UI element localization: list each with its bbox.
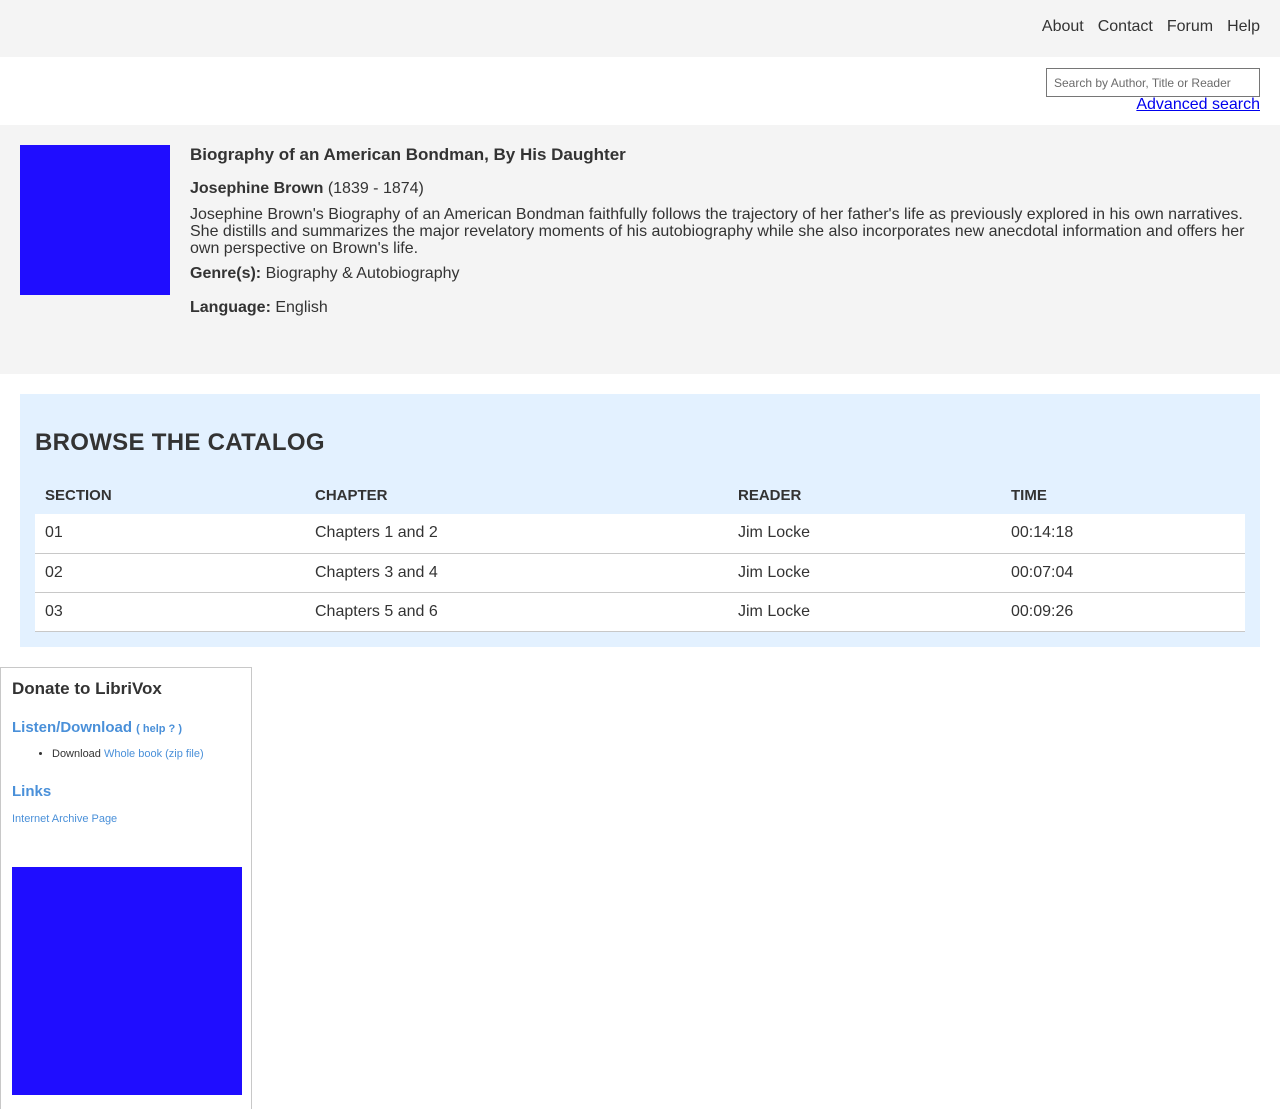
reader-cell[interactable]: Jim Locke xyxy=(728,514,1001,554)
book-description: Josephine Brown's Biography of an Americ… xyxy=(190,206,1245,257)
time-cell: 00:14:18 xyxy=(1001,514,1245,554)
top-bar: About Contact Forum Help xyxy=(0,0,1280,57)
author-dates: (1839 - 1874) xyxy=(327,180,424,197)
nav-forum-link[interactable]: Forum xyxy=(1167,18,1213,36)
language-line: Language: English xyxy=(190,299,1260,317)
book-panel: Biography of an American Bondman, By His… xyxy=(0,125,1280,374)
sidebar-image xyxy=(12,867,242,1095)
col-header-chapter: CHAPTER xyxy=(315,486,388,504)
section-cell: 02 xyxy=(35,553,305,593)
col-header-time: TIME xyxy=(1011,486,1047,504)
section-cell: 01 xyxy=(35,514,305,554)
book-cover-image xyxy=(20,145,170,295)
author-line: Josephine Brown (1839 - 1874) xyxy=(190,180,1260,198)
time-cell: 00:07:04 xyxy=(1001,553,1245,593)
chapters-table: SECTION CHAPTER READER TIME 01 Chapters … xyxy=(35,476,1245,632)
nav-contact-link[interactable]: Contact xyxy=(1098,18,1153,36)
author-name[interactable]: Josephine Brown xyxy=(190,180,323,197)
chapter-cell[interactable]: Chapters 1 and 2 xyxy=(305,514,728,554)
search-input[interactable] xyxy=(1046,68,1260,97)
listen-download-heading: Listen/Download ( help ? ) xyxy=(12,719,182,736)
nav-about-link[interactable]: About xyxy=(1042,18,1084,36)
book-info: Biography of an American Bondman, By His… xyxy=(190,145,1260,317)
table-row: 02 Chapters 3 and 4 Jim Locke 00:07:04 xyxy=(35,553,1245,593)
nav-help-link[interactable]: Help xyxy=(1227,18,1260,36)
sidebar: Donate to LibriVox Listen/Download ( hel… xyxy=(0,667,252,1109)
donate-link[interactable]: Donate to LibriVox xyxy=(12,679,162,699)
list-item: Download Whole book (zip file) xyxy=(52,748,204,760)
whole-book-zip-link[interactable]: Whole book (zip file) xyxy=(104,748,204,760)
catalog-title: BROWSE THE CATALOG xyxy=(35,429,325,456)
genre-label: Genre(s): xyxy=(190,265,262,282)
listen-download-label: Listen/Download xyxy=(12,719,132,736)
col-header-section: SECTION xyxy=(45,486,112,504)
advanced-search-link[interactable]: Advanced search xyxy=(1136,96,1260,114)
internet-archive-link[interactable]: Internet Archive Page xyxy=(12,813,117,825)
download-prefix: Download xyxy=(52,748,101,760)
book-title: Biography of an American Bondman, By His… xyxy=(190,145,626,164)
reader-cell[interactable]: Jim Locke xyxy=(728,553,1001,593)
download-list: Download Whole book (zip file) xyxy=(52,748,204,760)
table-row: 03 Chapters 5 and 6 Jim Locke 00:09:26 xyxy=(35,592,1245,632)
table-row: 01 Chapters 1 and 2 Jim Locke 00:14:18 xyxy=(35,514,1245,554)
genre-value: Biography & Autobiography xyxy=(265,265,460,282)
top-nav: About Contact Forum Help xyxy=(1042,18,1260,36)
help-link[interactable]: ( help ? ) xyxy=(136,723,182,735)
chapter-cell[interactable]: Chapters 5 and 6 xyxy=(305,592,728,632)
col-header-reader: READER xyxy=(738,486,802,504)
chapter-cell[interactable]: Chapters 3 and 4 xyxy=(305,553,728,593)
genre-line: Genre(s): Biography & Autobiography xyxy=(190,265,1260,283)
catalog-section: BROWSE THE CATALOG SECTION CHAPTER READE… xyxy=(20,394,1260,647)
section-cell: 03 xyxy=(35,592,305,632)
language-label: Language: xyxy=(190,299,271,316)
time-cell: 00:09:26 xyxy=(1001,592,1245,632)
table-header-row: SECTION CHAPTER READER TIME xyxy=(35,476,1245,514)
links-heading: Links xyxy=(12,783,52,800)
language-value: English xyxy=(275,299,328,316)
reader-cell[interactable]: Jim Locke xyxy=(728,592,1001,632)
